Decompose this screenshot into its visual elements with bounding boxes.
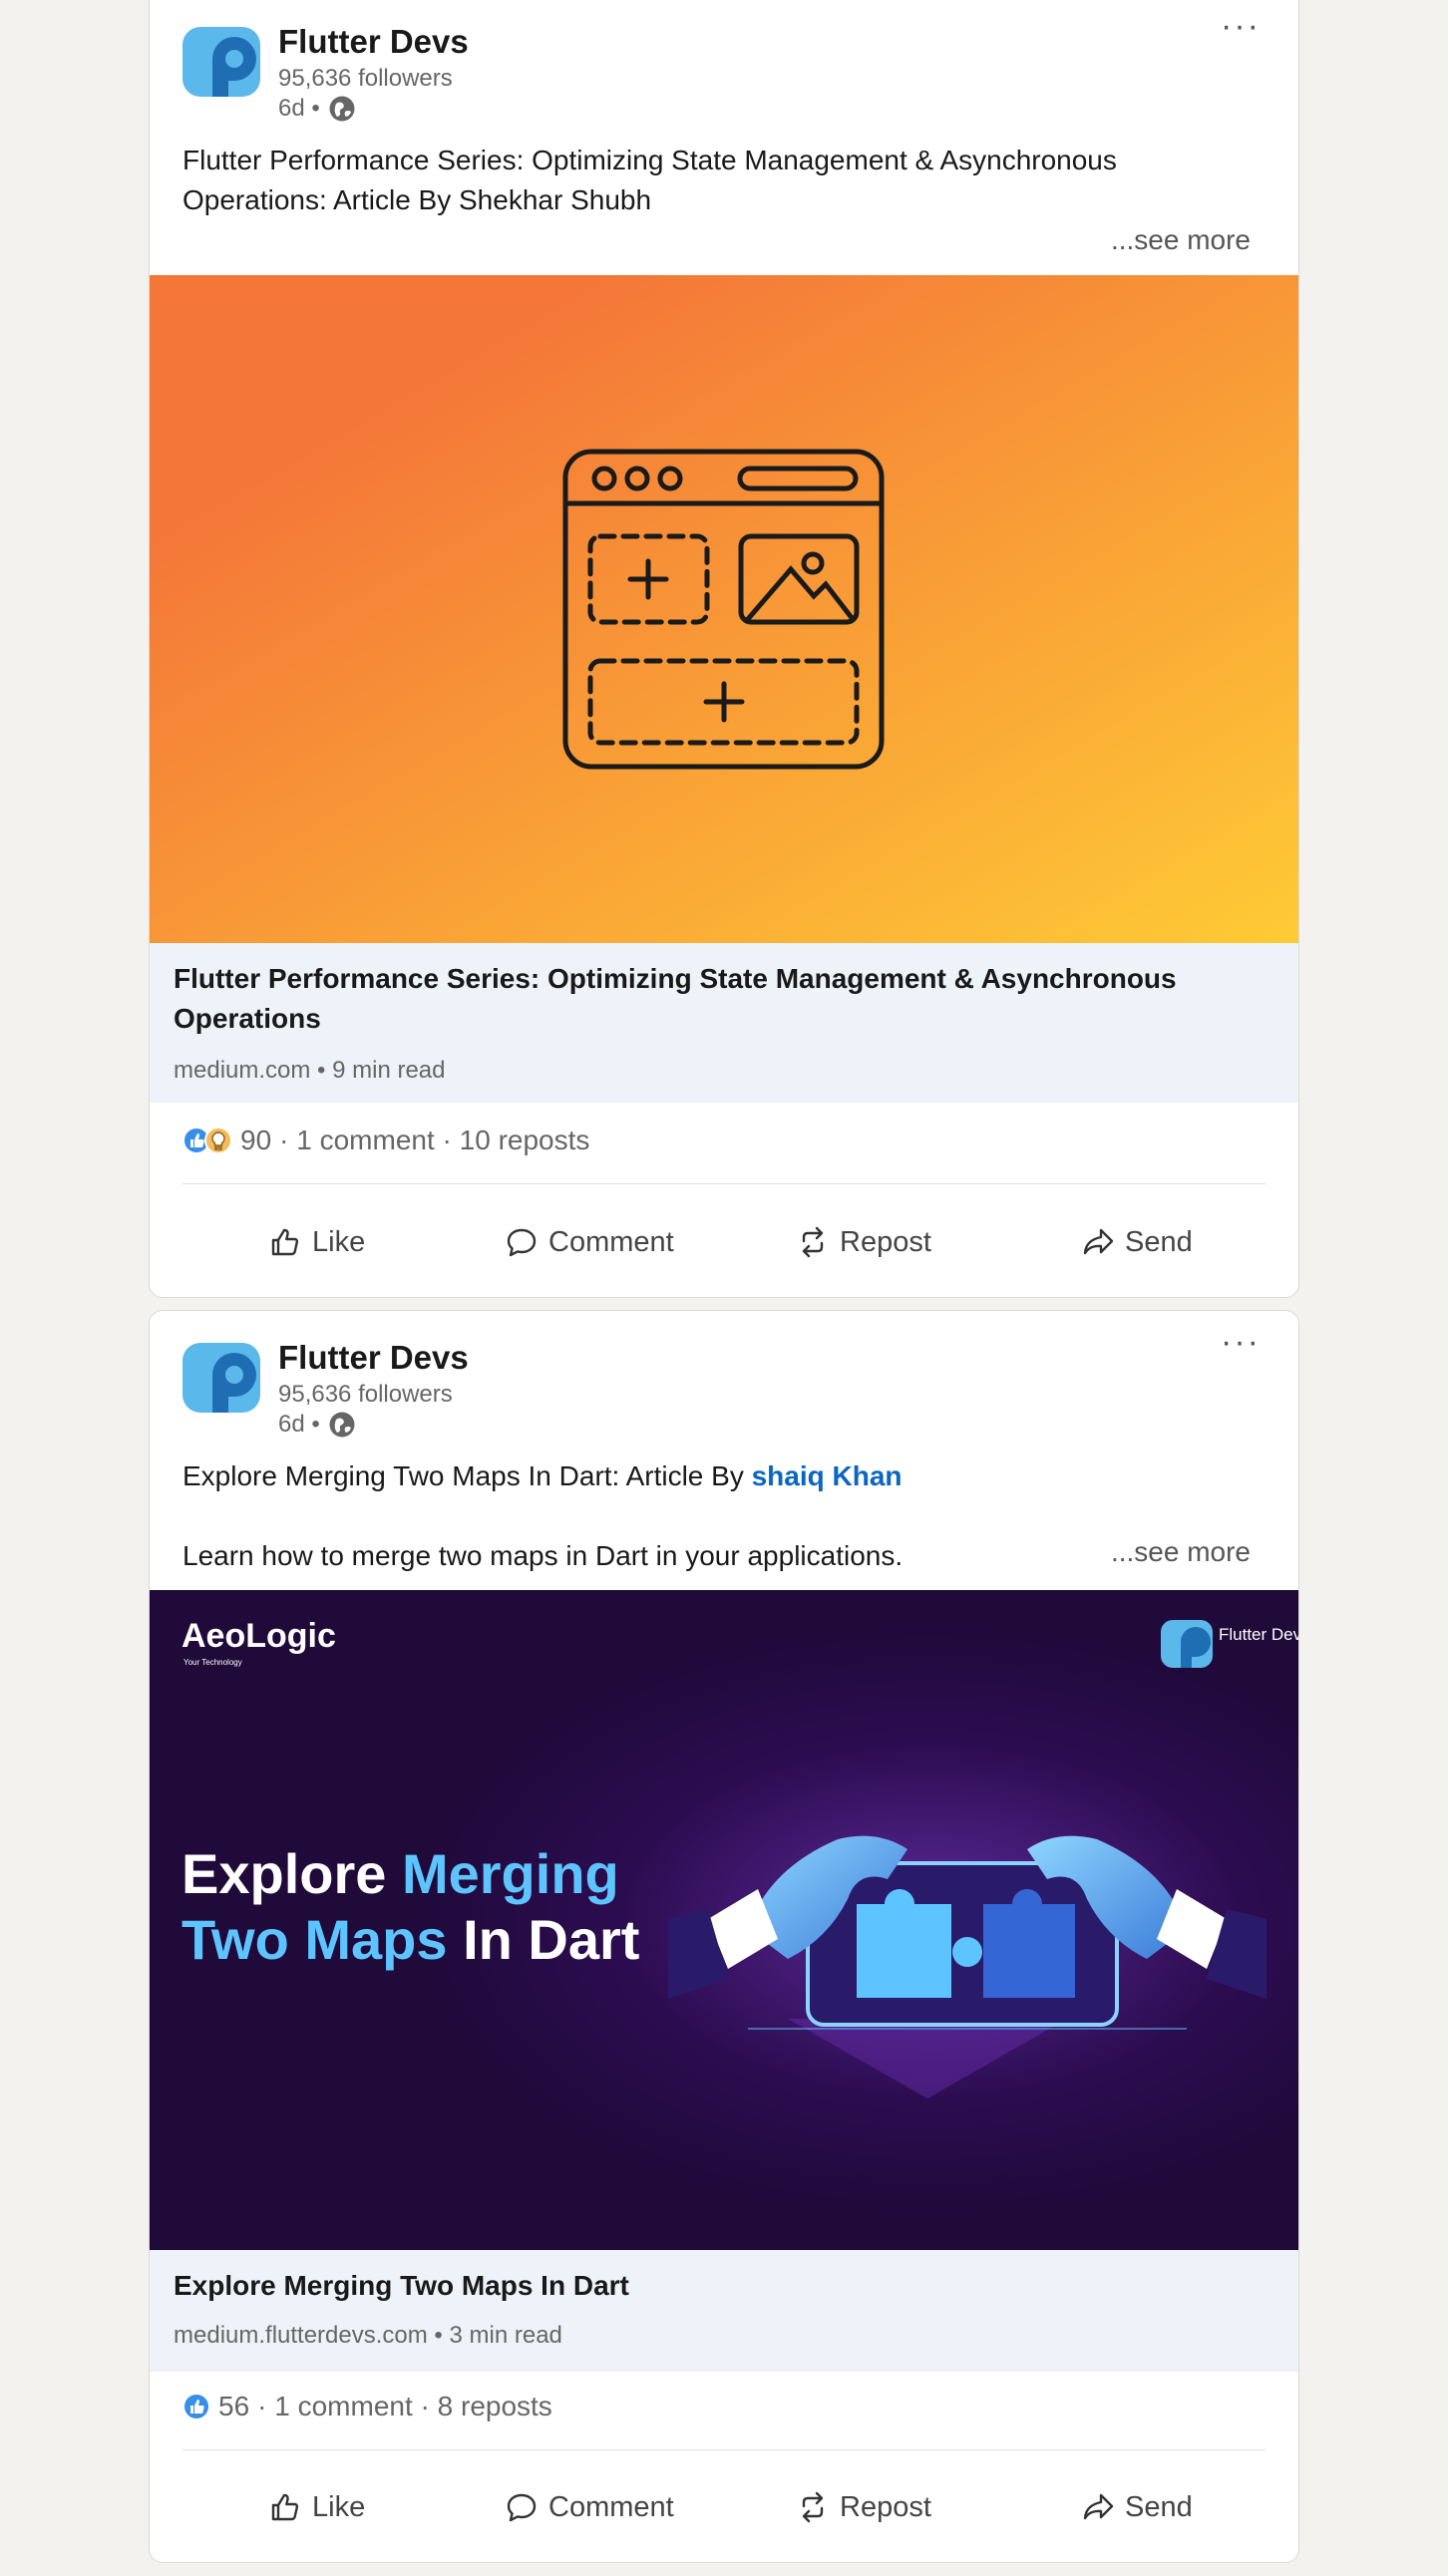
- like-button[interactable]: Like: [268, 2462, 365, 2552]
- follower-count: 95,636 followers: [278, 1381, 453, 1408]
- author-name[interactable]: Flutter Devs: [278, 1339, 469, 1377]
- repost-icon: [802, 1226, 824, 1258]
- send-icon: [1083, 2493, 1114, 2520]
- article-link-preview[interactable]: Explore Merging Two Maps In Dart medium.…: [150, 2250, 1298, 2372]
- mention-link[interactable]: shaiq Khan: [752, 1460, 903, 1491]
- repost-label: Repost: [840, 1225, 931, 1258]
- article-source: medium.flutterdevs.com • 3 min read: [174, 2322, 562, 2349]
- social-counts[interactable]: 90 · 1 comment · 10 reposts: [182, 1120, 589, 1161]
- post-actions-bar: Like Comment Repost Send: [150, 2462, 1298, 2552]
- see-more-link[interactable]: ...see more: [1111, 1536, 1251, 1568]
- comments-reposts-count[interactable]: · 1 comment · 8 reposts: [257, 2391, 552, 2422]
- comment-label: Comment: [548, 2490, 674, 2523]
- image-headline-line1: Explore Merging: [181, 1842, 619, 1905]
- see-more-link[interactable]: ...see more: [1111, 224, 1251, 256]
- article-cover-illustration: AeoLogic Your Technology Flutter Devs Ex…: [150, 1590, 1298, 2250]
- repost-label: Repost: [840, 2490, 931, 2523]
- post-text-line: Operations: Article By Shekhar Shubh: [182, 184, 652, 215]
- comment-button[interactable]: Comment: [505, 2462, 674, 2552]
- more-options-icon[interactable]: ···: [1221, 1325, 1261, 1359]
- like-button[interactable]: Like: [268, 1197, 365, 1287]
- post-meta: 6d •: [278, 95, 356, 123]
- comment-icon: [507, 2493, 537, 2522]
- headline-white-part: In Dart: [463, 1908, 639, 1971]
- company-logo[interactable]: [182, 27, 260, 97]
- comment-icon: [507, 1228, 537, 1257]
- reaction-count[interactable]: 90: [240, 1125, 271, 1156]
- insightful-reaction-icon: [204, 1127, 232, 1154]
- post-text-prefix: Explore Merging Two Maps In Dart: Articl…: [182, 1460, 752, 1491]
- divider: [182, 1183, 1266, 1184]
- article-cover-illustration: [150, 275, 1298, 943]
- author-name[interactable]: Flutter Devs: [278, 23, 469, 61]
- reaction-count[interactable]: 56: [218, 2391, 249, 2422]
- feed-post: Flutter Devs 95,636 followers 6d • ··· E…: [149, 1310, 1299, 2563]
- like-label: Like: [312, 1225, 366, 1258]
- send-button[interactable]: Send: [1081, 1197, 1193, 1287]
- repost-button[interactable]: Repost: [796, 2462, 931, 2552]
- reactions-icons: [182, 1127, 232, 1154]
- company-logo[interactable]: [182, 1343, 260, 1413]
- article-source: medium.com • 9 min read: [174, 1057, 446, 1084]
- headline-blue-part: Merging: [402, 1842, 619, 1905]
- post-text-line: Explore Merging Two Maps In Dart: Articl…: [182, 1456, 1259, 1496]
- headline-blue-part: Two Maps: [181, 1908, 463, 1971]
- comment-button[interactable]: Comment: [505, 1197, 674, 1287]
- globe-icon: [329, 96, 355, 122]
- like-label: Like: [312, 2490, 366, 2523]
- like-reaction-icon: [182, 2393, 210, 2420]
- divider: [182, 2449, 1266, 2450]
- reactions-icons: [182, 2393, 210, 2420]
- post-actions-bar: Like Comment Repost Send: [150, 1197, 1298, 1287]
- repost-button[interactable]: Repost: [796, 1197, 931, 1287]
- comment-label: Comment: [548, 1225, 674, 1258]
- article-cover-image[interactable]: [150, 275, 1298, 943]
- post-header: Flutter Devs 95,636 followers 6d • ···: [150, 0, 1298, 127]
- comments-reposts-count[interactable]: · 1 comment · 10 reposts: [279, 1125, 589, 1156]
- send-label: Send: [1125, 2490, 1193, 2523]
- brand-tagline: Your Technology: [183, 1658, 242, 1667]
- image-headline-line2: Two Maps In Dart: [181, 1908, 639, 1971]
- social-counts[interactable]: 56 · 1 comment · 8 reposts: [182, 2386, 552, 2427]
- follower-count: 95,636 followers: [278, 65, 453, 92]
- article-title[interactable]: Flutter Performance Series: Optimizing S…: [174, 959, 1239, 1039]
- thumbs-up-icon: [271, 2493, 299, 2521]
- send-button[interactable]: Send: [1081, 2462, 1193, 2552]
- corner-logo-text: Flutter Devs: [1219, 1625, 1298, 1644]
- post-text-line: Flutter Performance Series: Optimizing S…: [182, 145, 1117, 175]
- post-text: Explore Merging Two Maps In Dart: Articl…: [182, 1456, 1259, 1576]
- brand-name: AeoLogic: [181, 1617, 336, 1655]
- globe-icon: [329, 1412, 355, 1438]
- repost-icon: [802, 2491, 824, 2523]
- post-age: 6d •: [278, 95, 320, 122]
- post-meta: 6d •: [278, 1411, 356, 1439]
- post-text-line: Learn how to merge two maps in Dart in y…: [182, 1540, 904, 1571]
- more-options-icon[interactable]: ···: [1221, 9, 1261, 43]
- post-text: Flutter Performance Series: Optimizing S…: [182, 141, 1259, 220]
- send-icon: [1083, 1228, 1114, 1255]
- headline-white-part: Explore: [181, 1842, 402, 1905]
- feed-post: Flutter Devs 95,636 followers 6d • ··· F…: [149, 0, 1299, 1298]
- send-label: Send: [1125, 1225, 1193, 1258]
- post-age: 6d •: [278, 1411, 320, 1438]
- post-header: Flutter Devs 95,636 followers 6d • ···: [150, 1311, 1298, 1450]
- article-cover-image[interactable]: AeoLogic Your Technology Flutter Devs Ex…: [150, 1590, 1298, 2250]
- article-link-preview[interactable]: Flutter Performance Series: Optimizing S…: [150, 943, 1298, 1103]
- thumbs-up-icon: [271, 1228, 299, 1256]
- article-title[interactable]: Explore Merging Two Maps In Dart: [174, 2266, 1239, 2306]
